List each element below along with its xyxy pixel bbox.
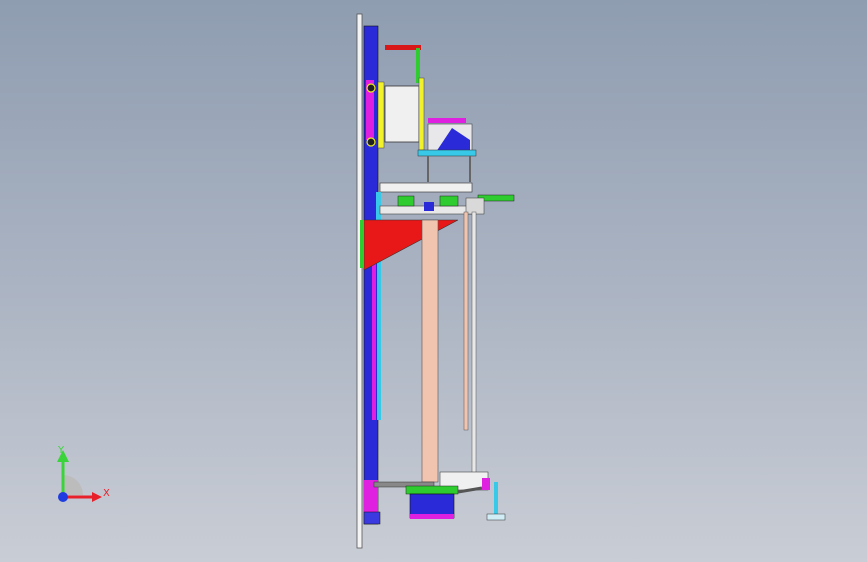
triad-quadrant	[63, 475, 83, 495]
sensor-right[interactable]	[439, 195, 459, 207]
guide-rod-left[interactable]	[463, 211, 469, 431]
sensor-left[interactable]	[397, 195, 415, 207]
support-gusset[interactable]	[363, 219, 459, 271]
gripper-top-bar[interactable]	[428, 118, 466, 123]
base-green-plate[interactable]	[405, 485, 459, 495]
cad-viewport[interactable]: Y X	[0, 0, 867, 562]
orientation-triad[interactable]	[40, 438, 120, 518]
triad-z-axis	[58, 492, 68, 502]
lift-column[interactable]	[421, 219, 439, 483]
gripper-base-cyan[interactable]	[417, 149, 477, 157]
rail-end-cap	[363, 511, 381, 525]
gusset-green-edge	[360, 220, 364, 268]
motor-yellow-plate[interactable]	[377, 81, 385, 149]
carriage-plate[interactable]	[379, 182, 473, 193]
base-magenta-strip	[410, 514, 454, 519]
base-magenta-knob[interactable]	[482, 478, 490, 490]
rail-magenta-strip	[372, 260, 376, 420]
foot-stand-base[interactable]	[486, 513, 506, 521]
top-bracket-red[interactable]	[385, 45, 421, 50]
triad-x-arrow	[92, 492, 102, 502]
foot-stand-post[interactable]	[494, 482, 498, 514]
motor-block[interactable]	[384, 85, 420, 143]
triad-y-label: Y	[58, 445, 65, 456]
arm-bracket[interactable]	[465, 197, 485, 215]
bearing-top[interactable]	[366, 83, 376, 93]
motor-yellow-side	[418, 77, 425, 151]
sensor-center-blue[interactable]	[424, 202, 434, 211]
bearing-bottom[interactable]	[366, 137, 376, 147]
triad-x-label: X	[103, 488, 110, 499]
frame-plate[interactable]	[356, 13, 363, 549]
cad-model-view[interactable]	[0, 0, 867, 562]
guide-rod-right[interactable]	[471, 211, 477, 477]
